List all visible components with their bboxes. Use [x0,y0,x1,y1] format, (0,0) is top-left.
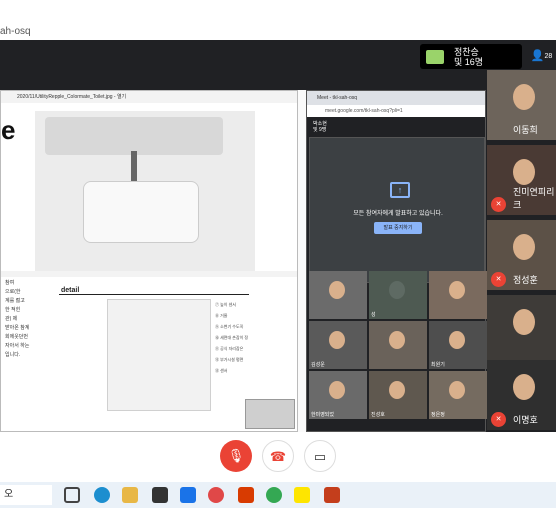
inner-tile: 진성호 [369,371,427,419]
detail-diagram [107,299,211,411]
inner-meet-window: Meet - tkl-sah-osq meet.google.com/tkl-s… [306,90,487,432]
sink-illustration [35,111,255,271]
people-icon: 👤 [530,50,545,62]
detail-heading: detail [61,287,80,294]
mail-icon[interactable] [180,487,196,503]
windows-taskbar: 오 [0,482,556,508]
host-count: 및 16명 [454,56,484,67]
sink-basin [83,181,199,243]
inner-tile: 김성운 [309,321,367,369]
participant-tile[interactable]: ✕ 정성훈 [487,220,556,290]
inner-tab[interactable]: Meet - tkl-sah-osq [307,91,485,105]
inner-tile [369,321,427,369]
shared-screen-window: 2020/11/UtilityRepple_Colormate_Toilet.j… [0,90,298,432]
participant-tile[interactable] [487,295,556,365]
kakaotalk-icon[interactable] [294,487,310,503]
chrome-icon[interactable] [266,487,282,503]
task-view-icon[interactable] [64,487,80,503]
store-icon[interactable] [152,487,168,503]
inner-url[interactable]: meet.google.com/tkl-sah-osq?pli=1 [307,105,485,117]
sink-backpanel [45,117,223,155]
left-notes: 참여 으로(한 계를 젊고 한 적힌 관) 제 받아온 참계 회에웃던번 자아서… [5,280,30,358]
window-gap [298,90,306,432]
powerpoint-icon[interactable] [324,487,340,503]
taskbar-search[interactable]: 오 [0,485,52,505]
mic-toggle-button[interactable]: 🎙 [220,440,252,472]
present-icon: ↑ [390,182,410,198]
people-count: 28 [544,53,553,60]
phone-hangup-icon: ☎ [269,449,287,464]
host-icon [426,49,444,64]
detail-underline [59,294,249,295]
hangup-button[interactable]: ☎ [262,440,294,472]
presenting-text: 모든 참여자에게 발표하고 있습니다. [353,211,443,217]
inner-tile [309,271,367,319]
participants-column: 이동희 ✕ 진미연피리크 ✕ 정성훈 ✕ 이명호 [487,70,556,432]
mic-off-icon: ✕ [491,272,506,287]
inner-tile: 최원기 [429,321,487,369]
inner-tile: 성 [369,271,427,319]
people-button[interactable]: 👤28 [527,44,556,69]
browser-chrome: ah-osq [0,0,556,40]
mic-off-icon: ✕ [491,412,506,427]
call-controls: 🎙 ☎ ▭ [0,432,556,482]
presenting-box: ↑ 모든 참여자에게 발표하고 있습니다. 발표 중지하기 [309,137,485,283]
edge-icon[interactable] [94,487,110,503]
presenter-badge[interactable]: 정찬승 및 16명 [420,44,522,69]
thumbnail-preview[interactable] [245,399,295,429]
camera-toggle-button[interactable]: ▭ [304,440,336,472]
inner-tile: 정은정 [429,371,487,419]
mic-off-icon: 🎙 [227,448,245,463]
stop-presenting-button[interactable]: 발표 중지하기 [374,222,422,234]
mic-off-icon: ✕ [491,197,506,212]
image-viewer-title: 2020/11/UtilityRepple_Colormate_Toilet.j… [1,91,297,103]
file-explorer-icon[interactable] [122,487,138,503]
host-name: 정찬승 [454,46,479,57]
camera-icon: ▭ [313,449,327,464]
participant-tile[interactable]: ✕ 이명호 [487,360,556,430]
participant-tile[interactable]: 이동희 [487,70,556,140]
inner-tile: 한미영되었 [309,371,367,419]
inner-tile [429,271,487,319]
office-icon[interactable] [238,487,254,503]
floor [1,271,297,277]
participant-tile[interactable]: ✕ 진미연피리크 [487,145,556,215]
slide-letter: e [1,115,16,145]
url-bar[interactable]: ah-osq [0,26,31,37]
right-notes: ⑦ 높이 센서 ⑧ 거울 ⑨ 소변기 수도꼭 ⑩ 세면대 손잡이 정 ⑪ 공식 … [215,302,249,373]
app-icon[interactable] [208,487,224,503]
